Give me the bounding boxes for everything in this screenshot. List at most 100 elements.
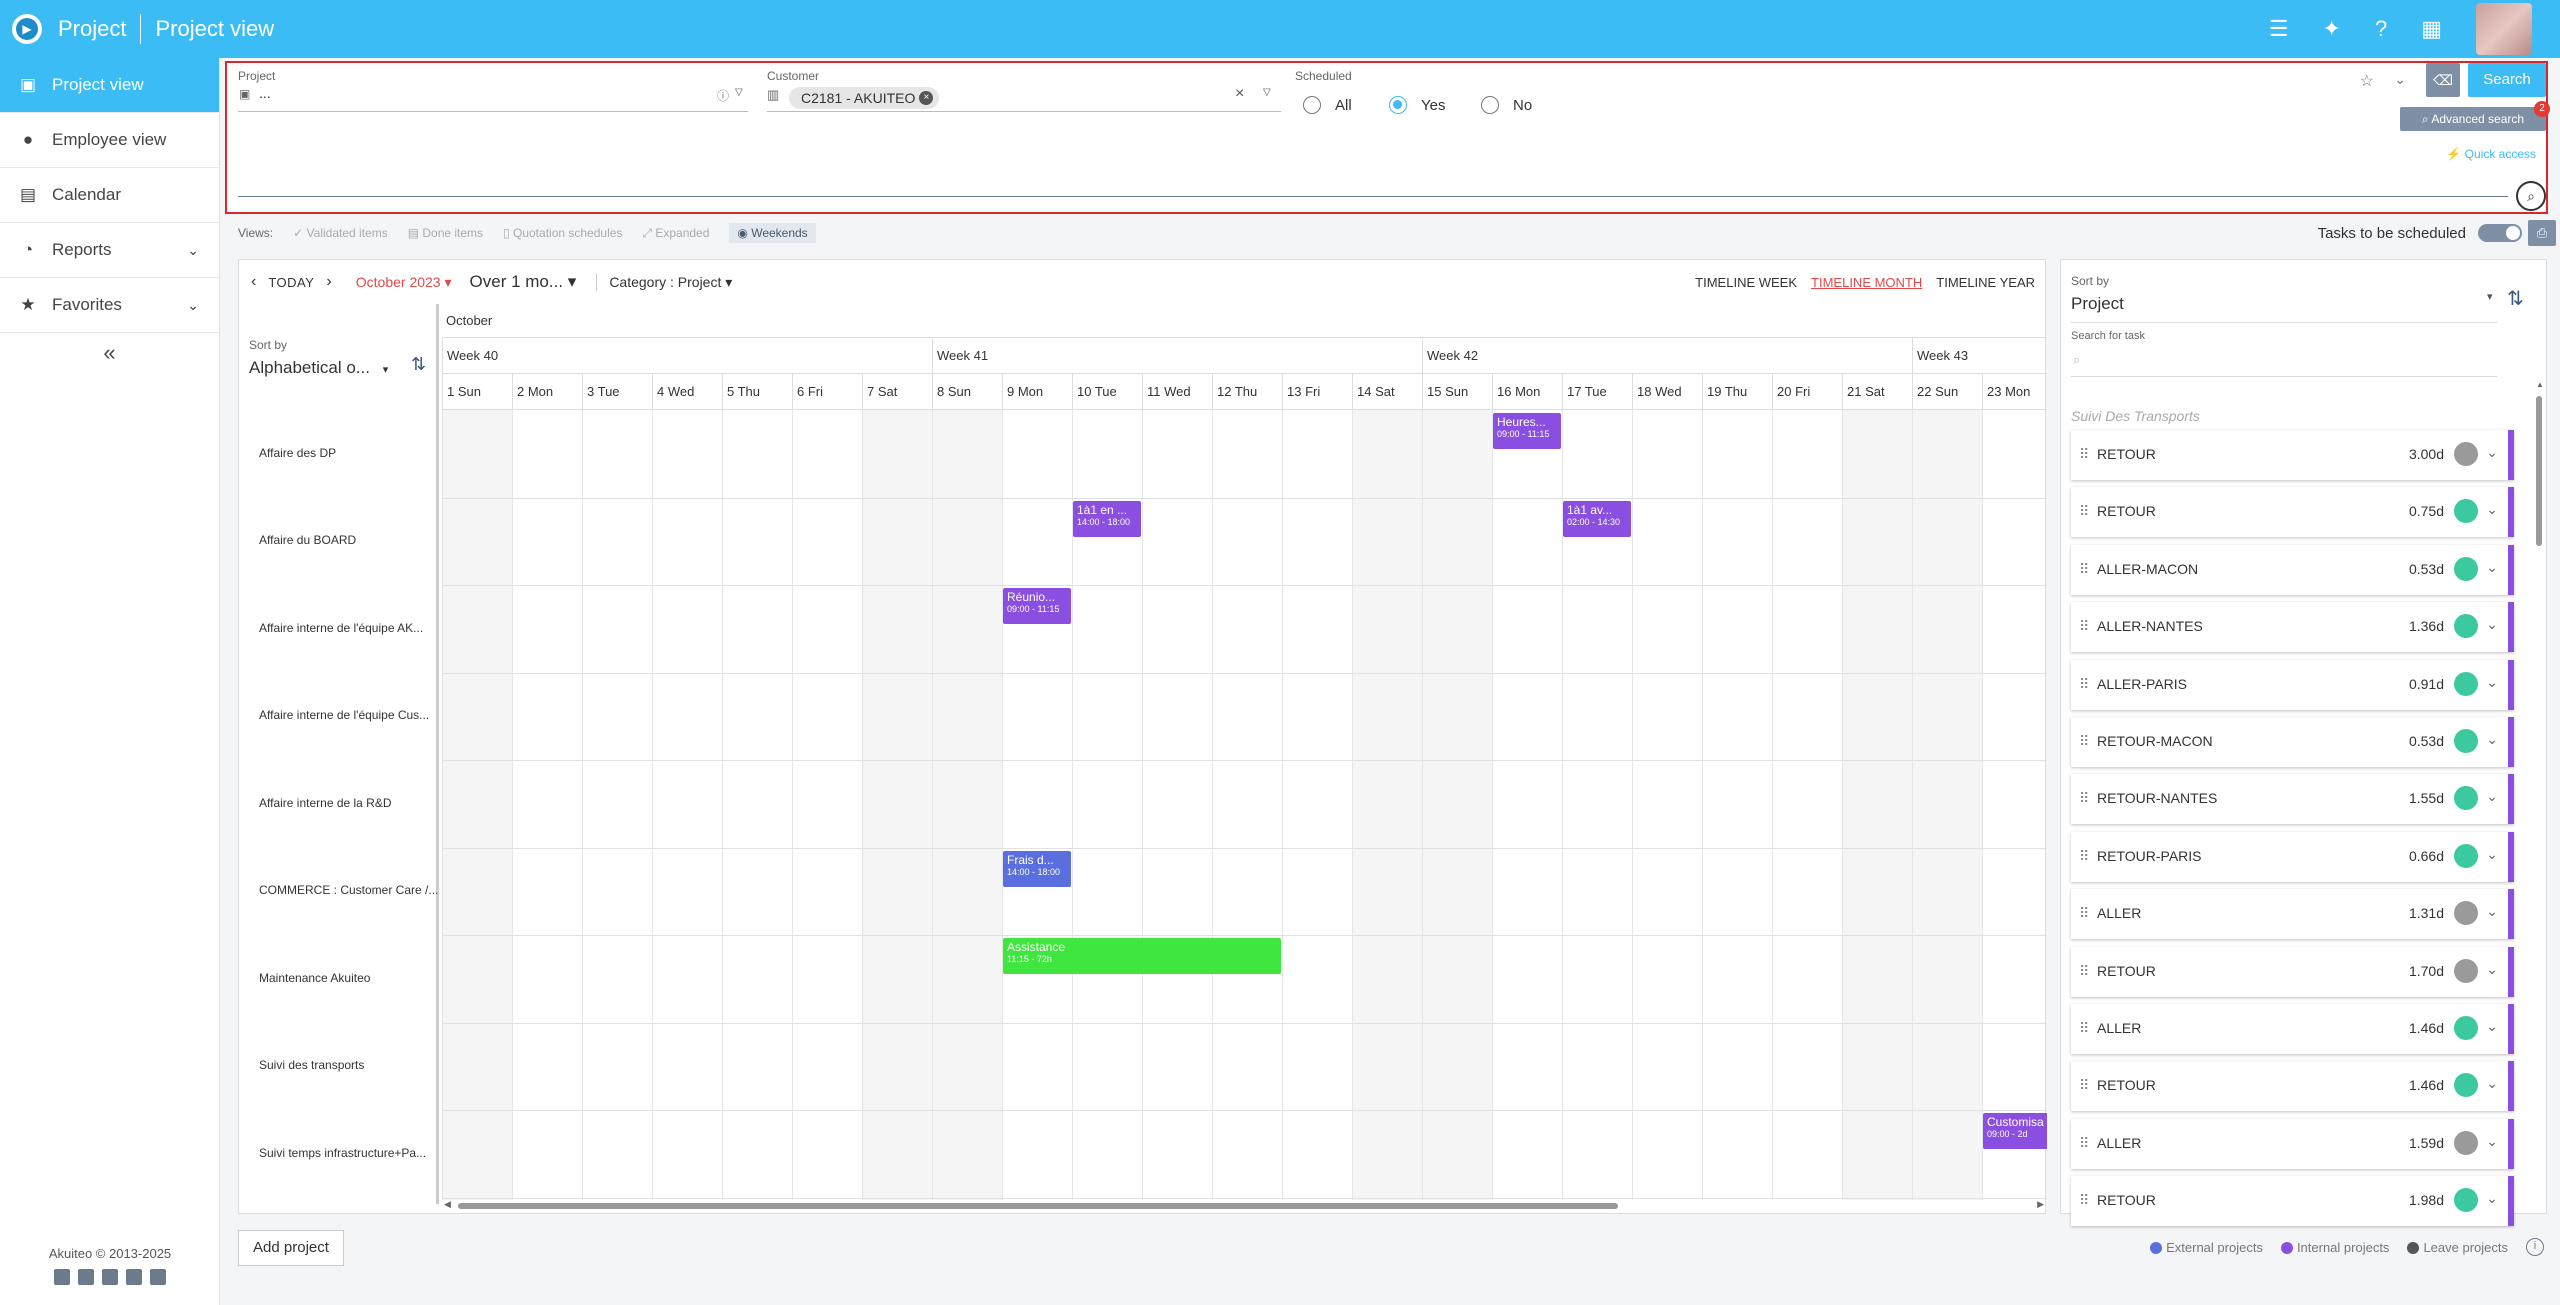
tasks-to-be-scheduled-toggle[interactable]: Tasks to be scheduled (2318, 224, 2522, 242)
day-column[interactable] (512, 410, 582, 1200)
day-column[interactable] (1912, 410, 1982, 1200)
sidebar-item-employee-view[interactable]: ● Employee view (0, 113, 219, 168)
avatar[interactable] (2476, 3, 2532, 55)
drag-handle-icon[interactable]: ⠿ (2079, 1077, 2089, 1094)
tasks-sort-value[interactable]: Project (2071, 294, 2124, 314)
drag-handle-icon[interactable]: ⠿ (2079, 1135, 2089, 1152)
day-column[interactable] (652, 410, 722, 1200)
chevron-down-icon[interactable]: ⌄ (2486, 731, 2498, 748)
timeline-week-button[interactable]: TIMELINE WEEK (1695, 275, 1797, 290)
chevron-down-icon[interactable]: ⌄ (2486, 1133, 2498, 1150)
day-column[interactable] (1702, 410, 1772, 1200)
task-card[interactable]: ⠿ RETOUR 3.00d ⌄ (2071, 430, 2514, 480)
chevron-down-icon[interactable]: ⌄ (2486, 1075, 2498, 1092)
tasks-vertical-scrollbar[interactable]: ▲ (2536, 380, 2544, 1206)
event-block[interactable]: 1à1 av... 02:00 - 14:30 (1563, 500, 1631, 537)
radio-no[interactable]: No (1481, 96, 1532, 114)
view-weekends[interactable]: ◉ Weekends (729, 223, 816, 243)
task-card[interactable]: ⠿ RETOUR-MACON 0.53d ⌄ (2071, 717, 2514, 767)
project-row-label[interactable]: Maintenance Akuiteo (259, 971, 439, 985)
event-block[interactable]: Réunio... 09:00 - 11:15 (1003, 588, 1071, 624)
chevron-down-icon[interactable]: ⌄ (2486, 559, 2498, 576)
day-column[interactable] (1982, 410, 2047, 1200)
task-card[interactable]: ⠿ ALLER-MACON 0.53d ⌄ (2071, 544, 2514, 595)
day-column[interactable] (792, 410, 862, 1200)
customer-chip[interactable]: C2181 - AKUITEO × (789, 87, 940, 109)
project-row-label[interactable]: Affaire interne de l'équipe Cus... (259, 708, 439, 722)
day-column[interactable] (1352, 410, 1422, 1200)
task-card[interactable]: ⠿ ALLER-PARIS 0.91d ⌄ (2071, 659, 2514, 710)
sidebar-item-project-view[interactable]: ▣ Project view (0, 58, 219, 113)
lightbulb-icon[interactable]: ✦ (2323, 16, 2341, 42)
drag-handle-icon[interactable]: ⠿ (2079, 1020, 2089, 1037)
scrollbar-thumb[interactable] (458, 1203, 1618, 1209)
day-column[interactable] (1772, 410, 1842, 1200)
add-project-button[interactable]: Add project (238, 1230, 344, 1266)
event-block[interactable]: Assistance 11:15 - 72h (1003, 938, 1281, 974)
today-button[interactable]: TODAY (268, 275, 314, 290)
facebook-icon[interactable] (126, 1269, 142, 1285)
drag-handle-icon[interactable]: ⠿ (2079, 446, 2089, 463)
chevron-down-icon[interactable]: ⌄ (2394, 71, 2406, 88)
radio-yes[interactable]: Yes (1389, 96, 1445, 114)
task-card[interactable]: ⠿ ALLER 1.31d ⌄ (2071, 889, 2514, 940)
task-card[interactable]: ⠿ RETOUR 1.98d ⌄ (2071, 1176, 2514, 1227)
linkedin-icon[interactable] (102, 1269, 118, 1285)
chevron-down-icon[interactable]: ⌄ (2486, 961, 2498, 978)
event-block[interactable]: Frais d... 14:00 - 18:00 (1003, 850, 1071, 887)
chevron-down-icon[interactable]: ⌄ (2486, 1190, 2498, 1207)
event-block[interactable]: Customisa 09:00 - 2d (1983, 1113, 2047, 1149)
dropdown-icon[interactable]: ▽ (1263, 87, 1271, 98)
chevron-down-icon[interactable]: ⌄ (2486, 616, 2498, 633)
dropdown-icon[interactable]: ▾ (2487, 290, 2493, 303)
project-row-label[interactable]: Affaire des DP (259, 446, 439, 460)
project-row-label[interactable]: Affaire interne de l'équipe AK... (259, 621, 439, 635)
scroll-right-icon[interactable]: ▶ (2037, 1199, 2044, 1210)
sidebar-item-favorites[interactable]: ★ Favorites ⌄ (0, 278, 219, 333)
drag-handle-icon[interactable]: ⠿ (2079, 676, 2089, 693)
app-logo[interactable]: ▶ (12, 14, 42, 44)
event-block[interactable]: Heures... 09:00 - 11:15 (1493, 413, 1561, 449)
task-card[interactable]: ⠿ RETOUR 0.75d ⌄ (2071, 487, 2514, 538)
drag-handle-icon[interactable]: ⠿ (2079, 561, 2089, 578)
drag-handle-icon[interactable]: ⠿ (2079, 963, 2089, 980)
zoom-search-button[interactable]: ⌕ (2516, 181, 2546, 211)
view-validated-items[interactable]: ✓ Validated items (293, 226, 388, 240)
task-card[interactable]: ⠿ RETOUR-NANTES 1.55d ⌄ (2071, 774, 2514, 825)
chevron-down-icon[interactable]: ⌄ (2486, 903, 2498, 920)
month-selector[interactable]: October 2023 ▾ (356, 274, 452, 291)
chevron-down-icon[interactable]: ⌄ (2486, 1018, 2498, 1035)
sidebar-item-calendar[interactable]: ▤ Calendar (0, 168, 219, 223)
drag-handle-icon[interactable]: ⠿ (2079, 905, 2089, 922)
remove-chip-icon[interactable]: × (919, 91, 934, 105)
chevron-down-icon[interactable]: ⌄ (2486, 788, 2498, 805)
day-column[interactable] (1842, 410, 1912, 1200)
day-column[interactable] (862, 410, 932, 1200)
task-search-input[interactable] (2071, 376, 2497, 377)
chevron-down-icon[interactable]: ⌄ (2486, 444, 2498, 461)
help-icon[interactable]: ? (2375, 16, 2387, 42)
task-card[interactable]: ⠿ RETOUR 1.46d ⌄ (2071, 1061, 2514, 1112)
bluesky-icon[interactable] (78, 1269, 94, 1285)
task-card[interactable]: ⠿ ALLER-NANTES 1.36d ⌄ (2071, 602, 2514, 653)
day-column[interactable] (1142, 410, 1212, 1200)
view-quotation-schedules[interactable]: ▯ Quotation schedules (503, 226, 622, 240)
drag-handle-icon[interactable]: ⠿ (2079, 848, 2089, 865)
quick-access-link[interactable]: ⚡ Quick access (2446, 147, 2536, 161)
drag-handle-icon[interactable]: ⠿ (2079, 790, 2089, 807)
project-row-label[interactable]: Affaire du BOARD (259, 533, 439, 547)
chevron-left-icon[interactable]: ‹ (251, 273, 256, 291)
radio-all[interactable]: All (1303, 96, 1352, 114)
star-outline-icon[interactable]: ☆ (2360, 71, 2374, 91)
day-column[interactable] (1002, 410, 1072, 1200)
info-icon[interactable]: ⓘ (717, 87, 729, 104)
sort-by-select[interactable]: Alphabetical o... ▾ (249, 358, 388, 378)
social-icon[interactable] (54, 1269, 70, 1285)
task-card[interactable]: ⠿ ALLER 1.59d ⌄ (2071, 1118, 2514, 1169)
day-column[interactable] (1282, 410, 1352, 1200)
category-selector[interactable]: Category : Project ▾ (596, 273, 732, 291)
instagram-icon[interactable] (150, 1269, 166, 1285)
eraser-button[interactable]: ⌫ (2426, 63, 2460, 97)
toggle-switch[interactable] (2478, 224, 2522, 242)
view-expanded[interactable]: ⤢ Expanded (642, 226, 709, 241)
